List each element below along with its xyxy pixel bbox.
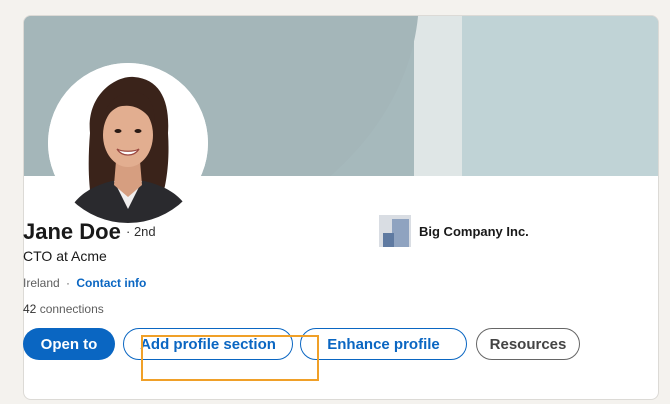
open-to-button[interactable]: Open to [23, 328, 115, 360]
profile-name: Jane Doe [23, 219, 121, 244]
current-company[interactable]: Big Company Inc. [379, 215, 529, 247]
banner-right-panel [462, 16, 658, 176]
connections-row[interactable]: 42 connections [23, 302, 104, 316]
company-name: Big Company Inc. [419, 223, 529, 239]
company-logo-icon [379, 215, 411, 247]
profile-headline: CTO at Acme [23, 248, 107, 264]
connections-label: connections [39, 302, 104, 316]
add-profile-section-button[interactable]: Add profile section [123, 328, 293, 360]
location-separator: · [66, 276, 71, 290]
profile-location-row: Ireland · Contact info [23, 276, 146, 290]
resources-button[interactable]: Resources [476, 328, 580, 360]
enhance-profile-button[interactable]: Enhance profile [300, 328, 467, 360]
banner-stripe [414, 16, 462, 176]
contact-info-link[interactable]: Contact info [76, 276, 146, 290]
profile-location: Ireland [23, 276, 60, 290]
avatar-photo [48, 63, 208, 223]
connections-count: 42 [23, 302, 37, 316]
profile-avatar[interactable] [48, 63, 208, 223]
connection-degree: · 2nd [126, 224, 156, 239]
